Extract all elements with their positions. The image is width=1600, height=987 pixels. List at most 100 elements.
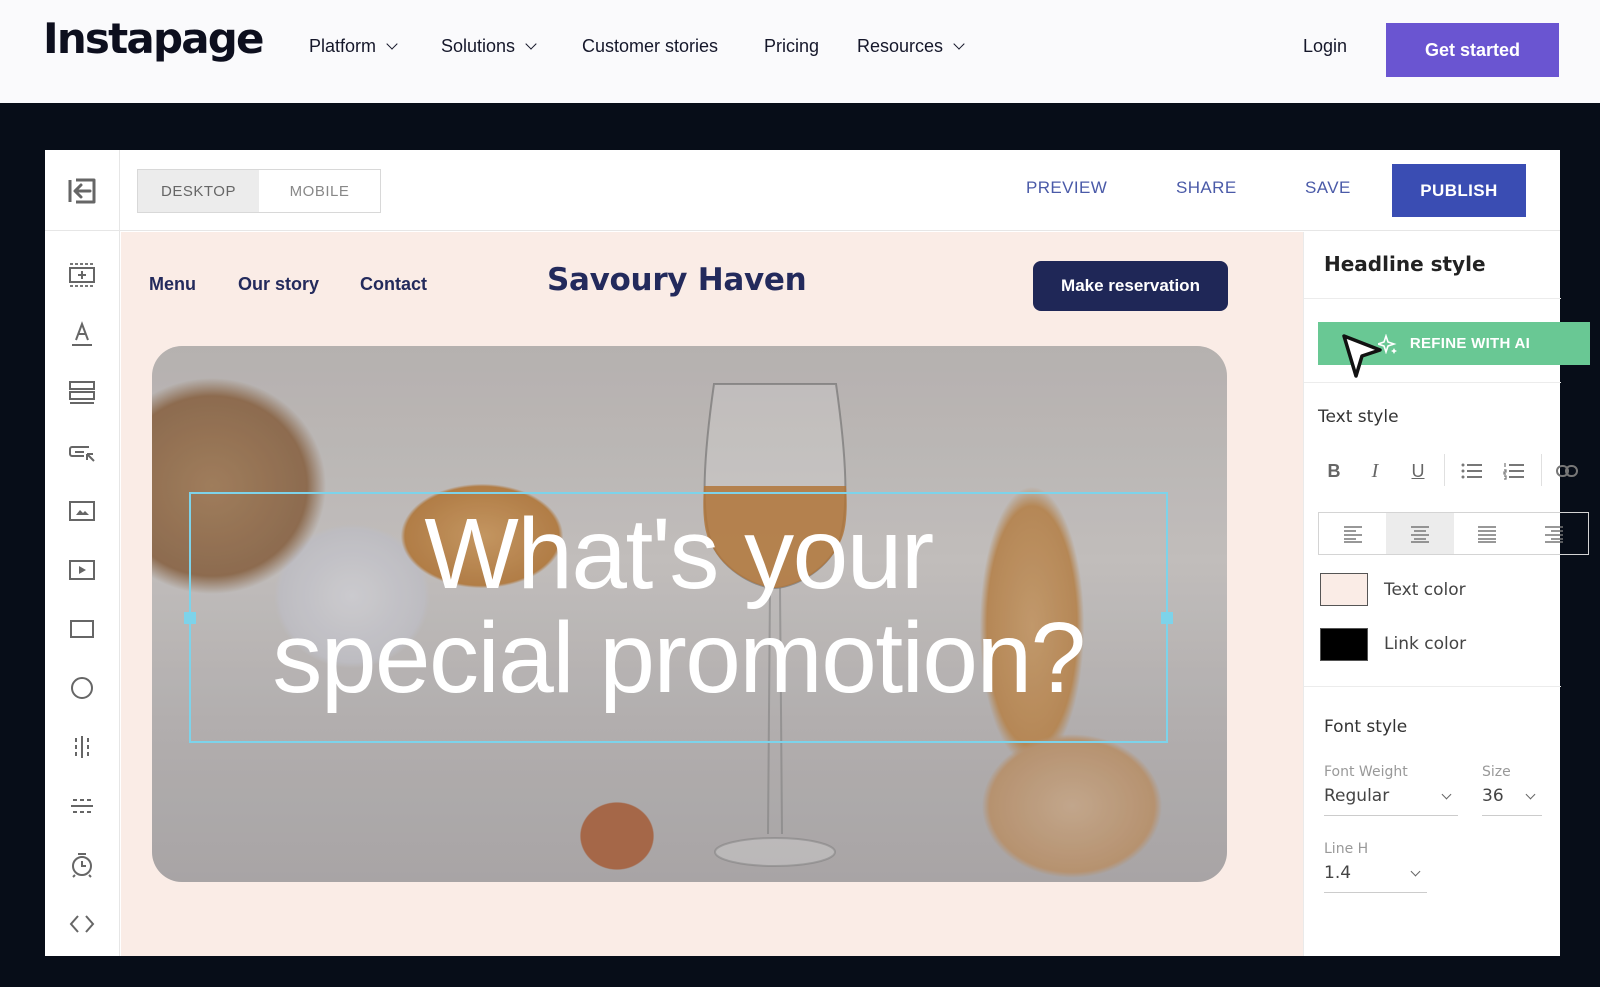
form-tool[interactable] — [62, 373, 102, 413]
panel-divider — [1304, 382, 1561, 383]
editor-toolbar: DESKTOP MOBILE PREVIEW SHARE SAVE PUBLIS… — [45, 150, 1560, 231]
nav-pricing-label: Pricing — [764, 36, 820, 56]
font-weight-select[interactable]: Regular — [1324, 786, 1458, 816]
headline-line-2: special promotion? — [272, 602, 1086, 714]
lp-brand-name: Savoury Haven — [547, 262, 807, 298]
align-center-button[interactable] — [1386, 513, 1454, 554]
nav-platform[interactable]: Platform — [309, 36, 398, 57]
panel-divider — [1304, 298, 1561, 299]
nav-pricing[interactable]: Pricing — [764, 36, 819, 57]
hero-headline[interactable]: What's your special promotion? — [191, 502, 1166, 710]
align-justify-button[interactable] — [1454, 513, 1521, 554]
get-started-button[interactable]: Get started — [1386, 23, 1559, 77]
chevron-down-icon — [1525, 789, 1536, 800]
image-tool[interactable] — [62, 491, 102, 531]
button-icon — [69, 446, 95, 462]
vertical-divider-tool[interactable] — [62, 727, 102, 767]
hero-image[interactable]: What's your special promotion? — [152, 346, 1227, 882]
line-height-select[interactable]: 1.4 — [1324, 863, 1427, 893]
horizontal-divider-tool[interactable] — [62, 786, 102, 826]
page-editor: DESKTOP MOBILE PREVIEW SHARE SAVE PUBLIS… — [45, 150, 1590, 956]
nav-solutions[interactable]: Solutions — [441, 36, 537, 57]
text-icon — [72, 321, 92, 346]
toolbar-separator — [1541, 454, 1542, 486]
make-reservation-button[interactable]: Make reservation — [1033, 261, 1228, 311]
video-icon — [69, 560, 95, 580]
italic-button[interactable]: I — [1360, 456, 1390, 486]
mobile-view-button[interactable]: MOBILE — [259, 170, 380, 212]
align-justify-icon — [1478, 525, 1497, 543]
element-toolbar — [45, 231, 120, 956]
video-tool[interactable] — [62, 550, 102, 590]
desktop-view-button[interactable]: DESKTOP — [138, 170, 259, 212]
save-button[interactable]: SAVE — [1305, 178, 1351, 198]
italic-icon: I — [1371, 459, 1379, 482]
bulleted-list-button[interactable] — [1457, 456, 1487, 486]
timer-icon — [72, 853, 92, 878]
chevron-down-icon — [386, 38, 398, 50]
panel-divider — [1304, 686, 1561, 687]
sparkle-icon — [1377, 333, 1397, 354]
line-height-value: 1.4 — [1324, 863, 1352, 883]
font-size-select[interactable]: 36 — [1482, 786, 1542, 816]
vertical-divider-icon — [75, 736, 89, 758]
underline-button[interactable]: U — [1403, 456, 1433, 486]
line-height-label: Line H — [1324, 841, 1369, 857]
panel-title: Headline style — [1324, 252, 1486, 276]
preview-button[interactable]: PREVIEW — [1026, 178, 1107, 198]
timer-tool[interactable] — [62, 845, 102, 885]
refine-with-ai-button[interactable]: REFINE WITH AI — [1318, 322, 1590, 365]
toolbar-separator — [1444, 454, 1445, 486]
align-center-icon — [1410, 525, 1429, 543]
circle-tool[interactable] — [62, 668, 102, 708]
headline-line-1: What's your — [424, 498, 934, 610]
font-size-value: 36 — [1482, 786, 1504, 806]
link-color-swatch[interactable] — [1320, 628, 1368, 661]
device-toggle: DESKTOP MOBILE — [137, 169, 381, 213]
bold-icon: B — [1327, 460, 1341, 481]
exit-arrow-icon — [68, 178, 96, 203]
lp-nav-contact[interactable]: Contact — [360, 274, 427, 295]
publish-button[interactable]: PUBLISH — [1392, 164, 1526, 217]
refine-label: REFINE WITH AI — [1409, 335, 1531, 352]
chevron-down-icon — [525, 38, 537, 50]
button-tool[interactable] — [62, 432, 102, 472]
link-color-label: Link color — [1384, 634, 1467, 654]
align-right-button[interactable] — [1521, 513, 1588, 554]
code-icon — [69, 915, 95, 933]
bulleted-list-icon — [1461, 463, 1482, 479]
nav-customer-stories[interactable]: Customer stories — [582, 36, 718, 57]
add-section-tool[interactable] — [62, 255, 102, 295]
align-left-icon — [1343, 525, 1362, 543]
circle-icon — [71, 677, 93, 699]
text-color-swatch[interactable] — [1320, 573, 1368, 606]
box-icon — [70, 620, 94, 638]
lp-nav-menu[interactable]: Menu — [149, 274, 196, 295]
link-button[interactable] — [1552, 456, 1582, 486]
headline-style-panel: Headline style REFINE WITH AI Text style… — [1303, 232, 1590, 956]
text-tool[interactable] — [62, 314, 102, 354]
numbered-list-button[interactable] — [1499, 456, 1529, 486]
align-left-button[interactable] — [1319, 513, 1386, 554]
instapage-logo[interactable]: Instapage — [43, 14, 265, 63]
box-tool[interactable] — [62, 609, 102, 649]
nav-solutions-label: Solutions — [441, 36, 516, 56]
align-right-icon — [1545, 525, 1564, 543]
nav-resources[interactable]: Resources — [857, 36, 965, 57]
page-canvas[interactable]: Menu Our story Contact Savoury Haven Mak… — [121, 232, 1303, 956]
chevron-down-icon — [1410, 866, 1421, 877]
lp-nav-our-story[interactable]: Our story — [238, 274, 319, 295]
exit-editor-button[interactable] — [45, 150, 120, 231]
text-color-label: Text color — [1384, 580, 1466, 600]
chevron-down-icon — [953, 38, 965, 50]
text-alignment-group — [1318, 512, 1589, 555]
font-size-label: Size — [1482, 764, 1511, 780]
share-button[interactable]: SHARE — [1176, 178, 1237, 198]
chevron-down-icon — [1441, 789, 1452, 800]
underline-icon: U — [1411, 460, 1425, 481]
code-tool[interactable] — [62, 904, 102, 944]
login-link[interactable]: Login — [1303, 36, 1347, 57]
headline-selection-box[interactable]: What's your special promotion? — [184, 492, 1173, 743]
bold-button[interactable]: B — [1319, 456, 1349, 486]
font-weight-label: Font Weight — [1324, 764, 1408, 780]
